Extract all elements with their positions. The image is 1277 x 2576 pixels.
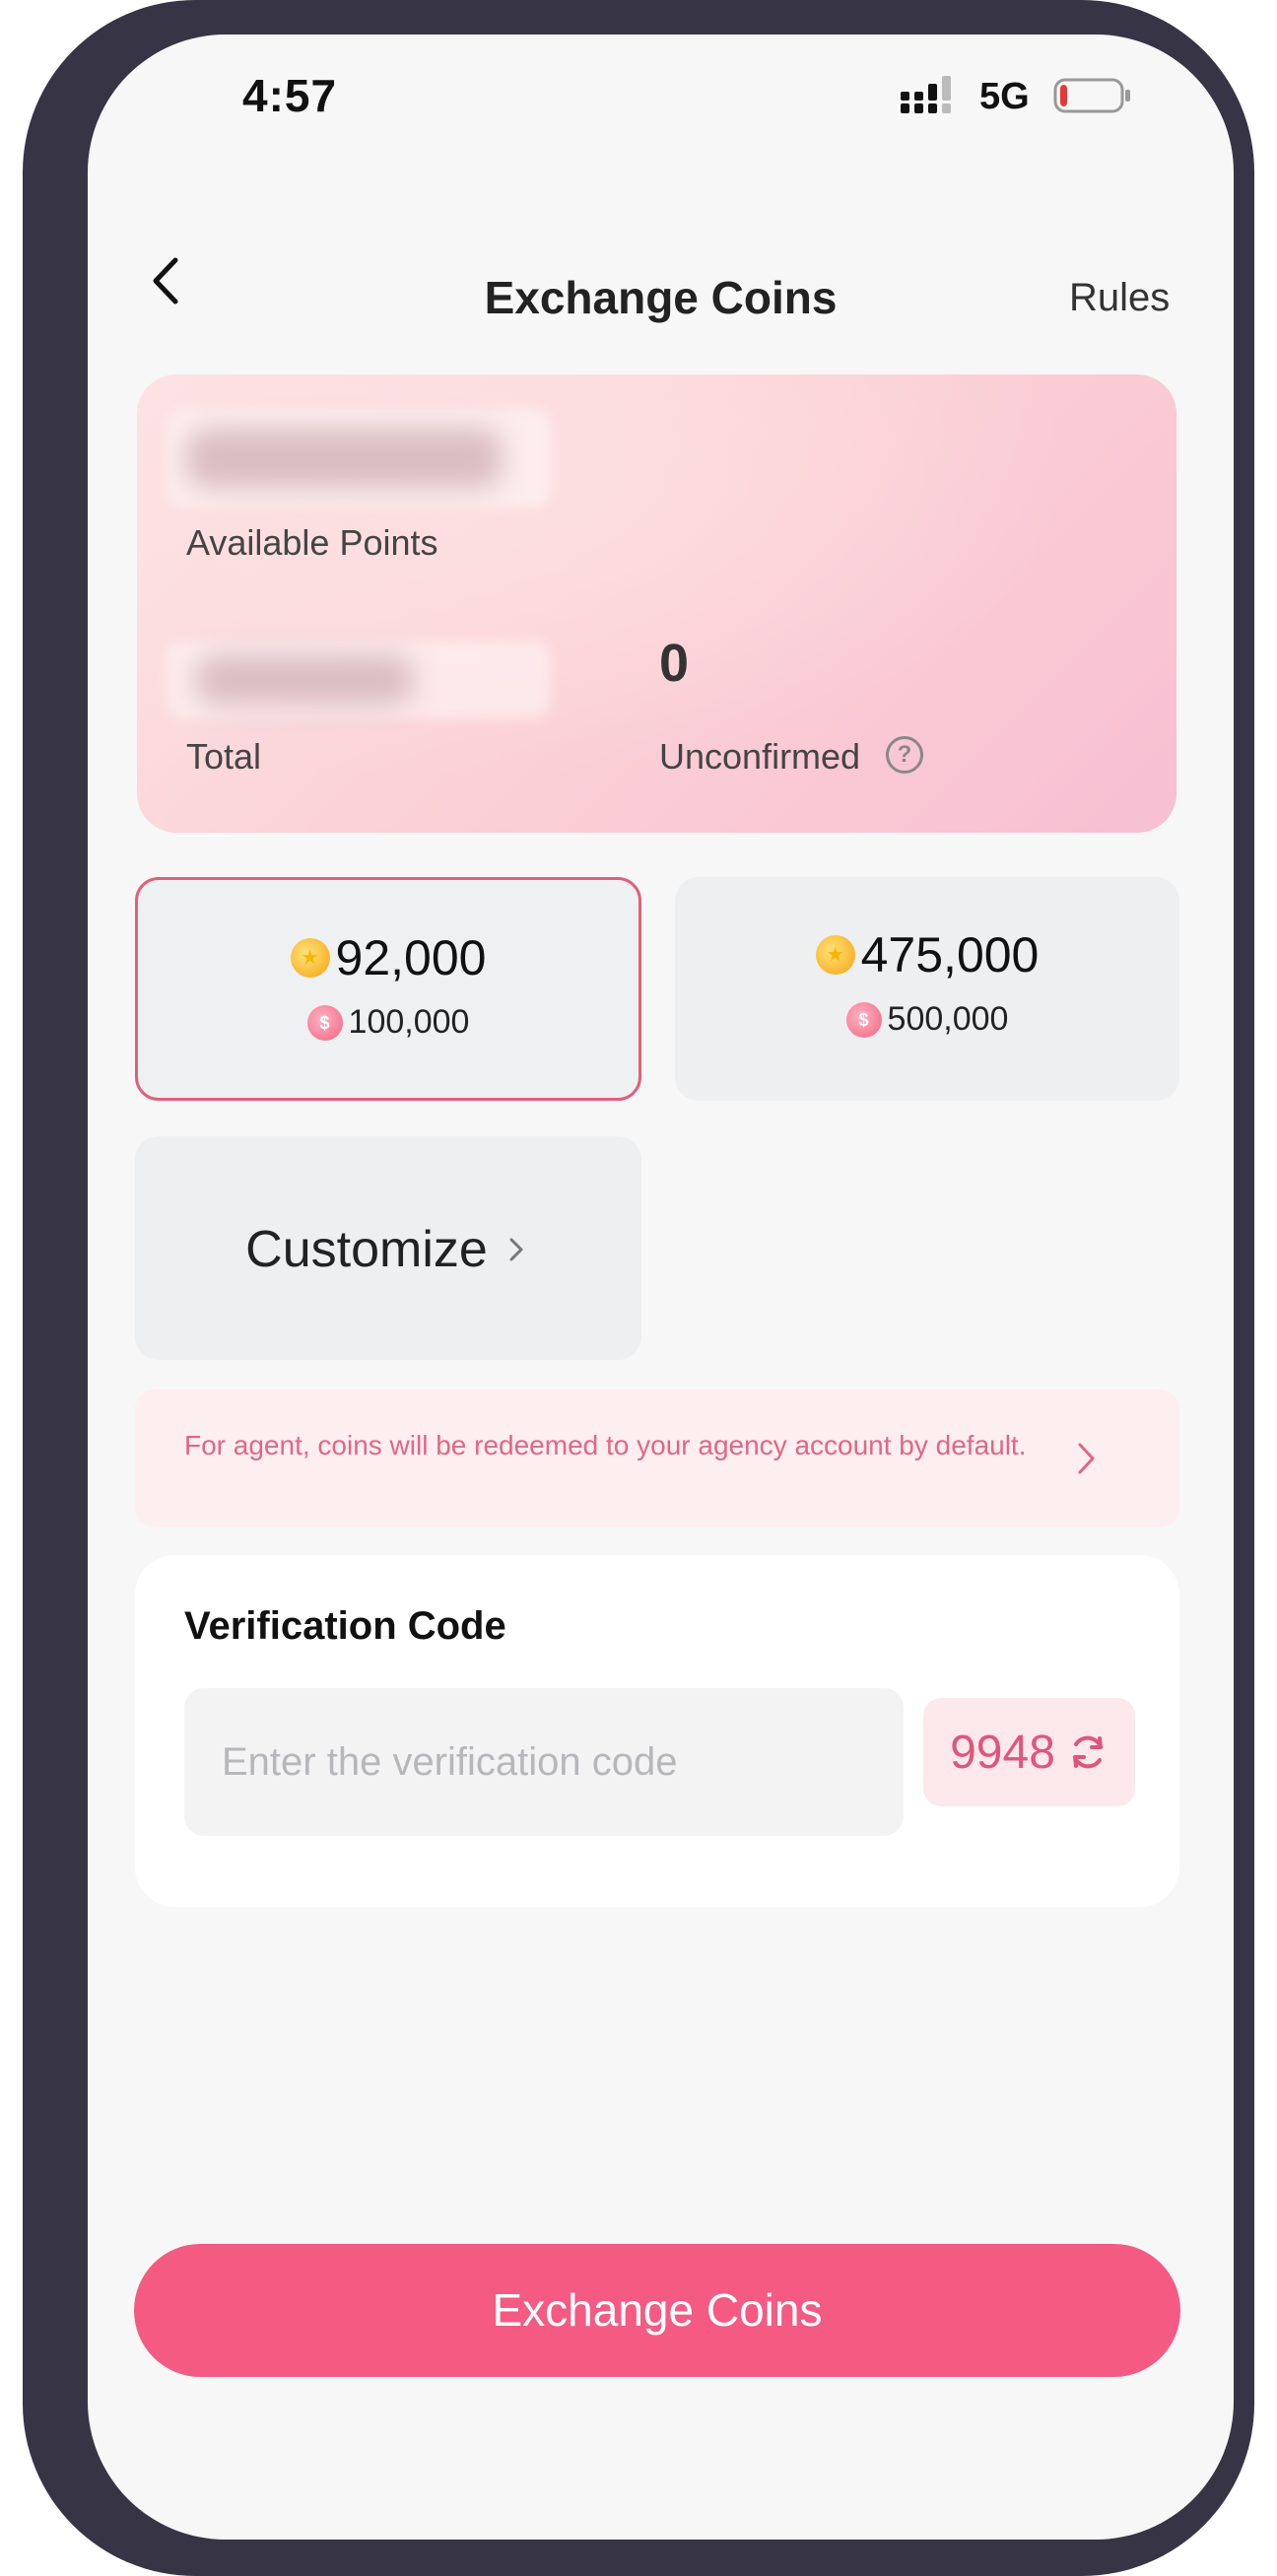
status-time: 4:57 bbox=[242, 70, 338, 121]
option-points-row: 500,000 bbox=[675, 1000, 1179, 1039]
verification-code-input[interactable] bbox=[184, 1688, 904, 1836]
gold-coin-icon bbox=[290, 938, 330, 978]
customize-label: Customize bbox=[245, 1221, 488, 1278]
page-title: Exchange Coins bbox=[484, 272, 838, 323]
network-label: 5G bbox=[979, 76, 1030, 117]
redaction-blur bbox=[196, 655, 413, 705]
option-coins-value: 92,000 bbox=[335, 930, 487, 985]
chevron-right-icon bbox=[509, 1238, 523, 1261]
exchange-coins-button[interactable]: Exchange Coins bbox=[134, 2244, 1180, 2377]
signal-icon bbox=[901, 76, 951, 113]
pink-point-icon bbox=[306, 1004, 343, 1041]
redaction-blur bbox=[186, 429, 502, 488]
verification-title: Verification Code bbox=[184, 1604, 506, 1648]
option-coins-row: 475,000 bbox=[675, 926, 1179, 983]
unconfirmed-value: 0 bbox=[659, 634, 690, 693]
pink-point-icon bbox=[845, 1001, 882, 1038]
help-circle-icon[interactable]: ? bbox=[886, 736, 923, 774]
verification-card: Verification Code 9948 bbox=[135, 1555, 1179, 1907]
option-coins-value: 475,000 bbox=[860, 927, 1040, 983]
exchange-option-92000[interactable]: 92,000 100,000 bbox=[135, 877, 641, 1101]
option-coins-row: 92,000 bbox=[138, 929, 638, 986]
total-label: Total bbox=[186, 736, 262, 777]
volume-up-button bbox=[23, 407, 62, 619]
points-card: Available Points Total 0 Unconfirmed ? bbox=[137, 374, 1176, 833]
screen: 4:57 5G Exchange Coins Rules Available P… bbox=[88, 34, 1234, 2540]
gold-coin-icon bbox=[815, 935, 855, 975]
unconfirmed-label: Unconfirmed bbox=[659, 736, 861, 777]
exchange-option-475000[interactable]: 475,000 500,000 bbox=[675, 877, 1179, 1101]
agent-notice-text: For agent, coins will be redeemed to you… bbox=[184, 1430, 1027, 1460]
option-points-row: 100,000 bbox=[138, 1003, 638, 1042]
option-points-value: 500,000 bbox=[887, 1000, 1009, 1038]
agent-notice-banner[interactable]: For agent, coins will be redeemed to you… bbox=[135, 1390, 1179, 1527]
available-points-label: Available Points bbox=[186, 522, 438, 563]
refresh-icon bbox=[1072, 1735, 1103, 1769]
customize-button[interactable]: Customize bbox=[135, 1136, 641, 1360]
customize-row: Customize bbox=[135, 1220, 641, 1279]
captcha-code: 9948 bbox=[950, 1726, 1055, 1779]
chevron-right-icon bbox=[1078, 1443, 1095, 1474]
phone-frame: 4:57 5G Exchange Coins Rules Available P… bbox=[23, 0, 1254, 2576]
rules-link[interactable]: Rules bbox=[1069, 276, 1170, 320]
volume-down-button bbox=[23, 665, 62, 882]
option-points-value: 100,000 bbox=[348, 1003, 470, 1041]
battery-icon bbox=[1053, 78, 1130, 113]
captcha-refresh-button[interactable]: 9948 bbox=[923, 1698, 1135, 1806]
